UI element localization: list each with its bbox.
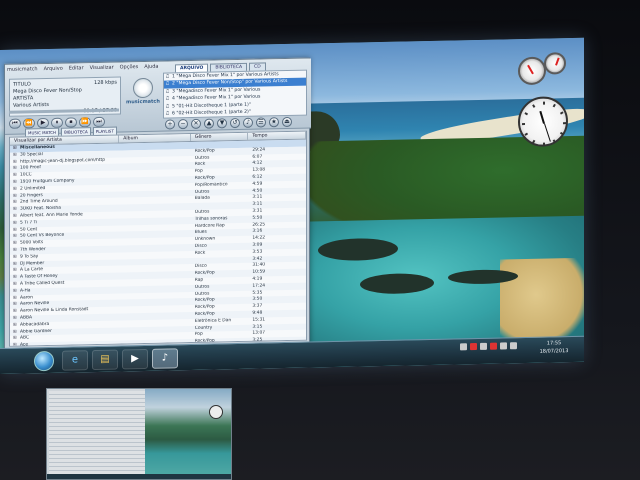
- column-header-genre[interactable]: Gênero: [190, 132, 249, 142]
- menu-item[interactable]: Editar: [69, 65, 84, 75]
- clock-date: 18/07/2013: [539, 348, 569, 355]
- memory-gauge-icon: [544, 52, 566, 75]
- network-icon[interactable]: [500, 342, 507, 350]
- clock-tick: [552, 103, 556, 108]
- music-note-icon: ♫: [165, 73, 170, 80]
- clock-tick: [543, 101, 545, 105]
- clock-tick: [543, 142, 545, 146]
- menu-item[interactable]: Arquivo: [44, 66, 63, 76]
- reflection-taskbar: [47, 474, 231, 479]
- menu-item[interactable]: Opções: [120, 64, 139, 74]
- internet-explorer-icon[interactable]: e: [62, 350, 88, 371]
- queue-tool-button[interactable]: ▼: [217, 118, 227, 129]
- tray-icon[interactable]: [460, 343, 467, 351]
- stop-button[interactable]: ⏹: [65, 117, 77, 128]
- minute-hand: [543, 123, 551, 142]
- queue-tool-button[interactable]: ✕: [191, 118, 201, 129]
- next-button[interactable]: ⏭: [93, 116, 105, 128]
- clock-tick: [552, 139, 556, 143]
- music-note-icon: ♫: [165, 88, 170, 95]
- library-list: Visualizar por Artista Álbum Gênero Temp…: [9, 130, 307, 347]
- prev-button[interactable]: ⏮: [9, 118, 21, 129]
- tray-icon[interactable]: [490, 342, 497, 350]
- menu-item[interactable]: Visualizar: [90, 65, 114, 76]
- queue-tool-button[interactable]: ⏏: [282, 116, 292, 128]
- tray-icon[interactable]: [470, 343, 477, 351]
- queue-tool-button[interactable]: ♪: [243, 117, 253, 128]
- bitrate-text: 128 kbps: [94, 79, 117, 87]
- rewind-button[interactable]: ⏪: [23, 118, 35, 129]
- queue-tool-button[interactable]: ▲: [204, 118, 214, 129]
- second-screen-reflection: [46, 388, 232, 480]
- forward-button[interactable]: ⏩: [79, 117, 91, 128]
- reflection-wallpaper: [145, 389, 231, 479]
- list-rows: Miscellaneous30 SpecialRock/Pop29:24http…: [10, 139, 306, 347]
- music-note-icon: ♫: [165, 110, 170, 117]
- player-header: musicmatch Arquivo Editar Visualizar Opç…: [5, 58, 311, 138]
- taskbar-clock[interactable]: 17:55 18/07/2013: [532, 339, 576, 356]
- musicmatch-icon[interactable]: ♪: [152, 348, 178, 369]
- queue-item-label: 6 "02-Hit Discotheque 1 (parte 2)": [172, 109, 251, 117]
- queue-tool-button[interactable]: ↺: [230, 117, 240, 129]
- menu-item[interactable]: musicmatch: [7, 66, 38, 77]
- queue-tool-button[interactable]: −: [178, 119, 188, 130]
- clock-tick: [559, 131, 564, 136]
- system-tray: [460, 342, 517, 351]
- music-note-icon: ♫: [165, 95, 170, 102]
- music-note-icon: ♫: [165, 80, 170, 87]
- clock-tick: [559, 111, 564, 115]
- reflection-list: [49, 391, 145, 479]
- clock-tick: [563, 122, 566, 125]
- reflection-clock-icon: [209, 405, 223, 419]
- music-note-icon: ♫: [165, 103, 170, 110]
- musicmatch-window: musicmatch Arquivo Editar Visualizar Opç…: [4, 57, 311, 362]
- folder-icon[interactable]: ▤: [92, 349, 118, 371]
- monitor-screen: musicmatch Arquivo Editar Visualizar Opç…: [0, 37, 584, 375]
- play-button[interactable]: ▶: [37, 117, 49, 129]
- photo-scene: musicmatch Arquivo Editar Visualizar Opç…: [0, 0, 640, 480]
- logo-icon: [133, 77, 153, 99]
- clock-tick: [524, 112, 529, 116]
- volume-icon[interactable]: [510, 342, 517, 350]
- clock-tick: [532, 104, 536, 108]
- column-header-time[interactable]: Tempo: [248, 131, 307, 140]
- pause-button[interactable]: ⏸: [51, 117, 63, 128]
- clock-tick: [532, 139, 536, 144]
- menu-bar: musicmatch Arquivo Editar Visualizar Opç…: [7, 64, 158, 77]
- queue-tool-button[interactable]: ☰: [256, 117, 266, 128]
- queue-tool-button[interactable]: ★: [269, 117, 279, 128]
- tray-icon[interactable]: [480, 342, 487, 350]
- hour-hand: [539, 110, 545, 124]
- playlist-queue: ♫ 1 "Mega Disco Fever Mix 1" por Various …: [163, 69, 307, 119]
- clock-tick: [522, 123, 525, 126]
- queue-toolbar: + − ✕ ▲ ▼ ↺ ♪ ☰ ★ ⏏: [165, 116, 292, 130]
- cpu-gauge-icon: [518, 56, 546, 86]
- menu-item[interactable]: Ajuda: [144, 64, 158, 74]
- musicmatch-logo: musicmatch: [123, 77, 163, 113]
- queue-tool-button[interactable]: +: [165, 119, 175, 130]
- cpu-meter-gadget[interactable]: [518, 52, 574, 89]
- start-button[interactable]: [34, 350, 54, 372]
- media-icon[interactable]: ▶: [122, 348, 148, 370]
- clock-tick: [524, 132, 529, 136]
